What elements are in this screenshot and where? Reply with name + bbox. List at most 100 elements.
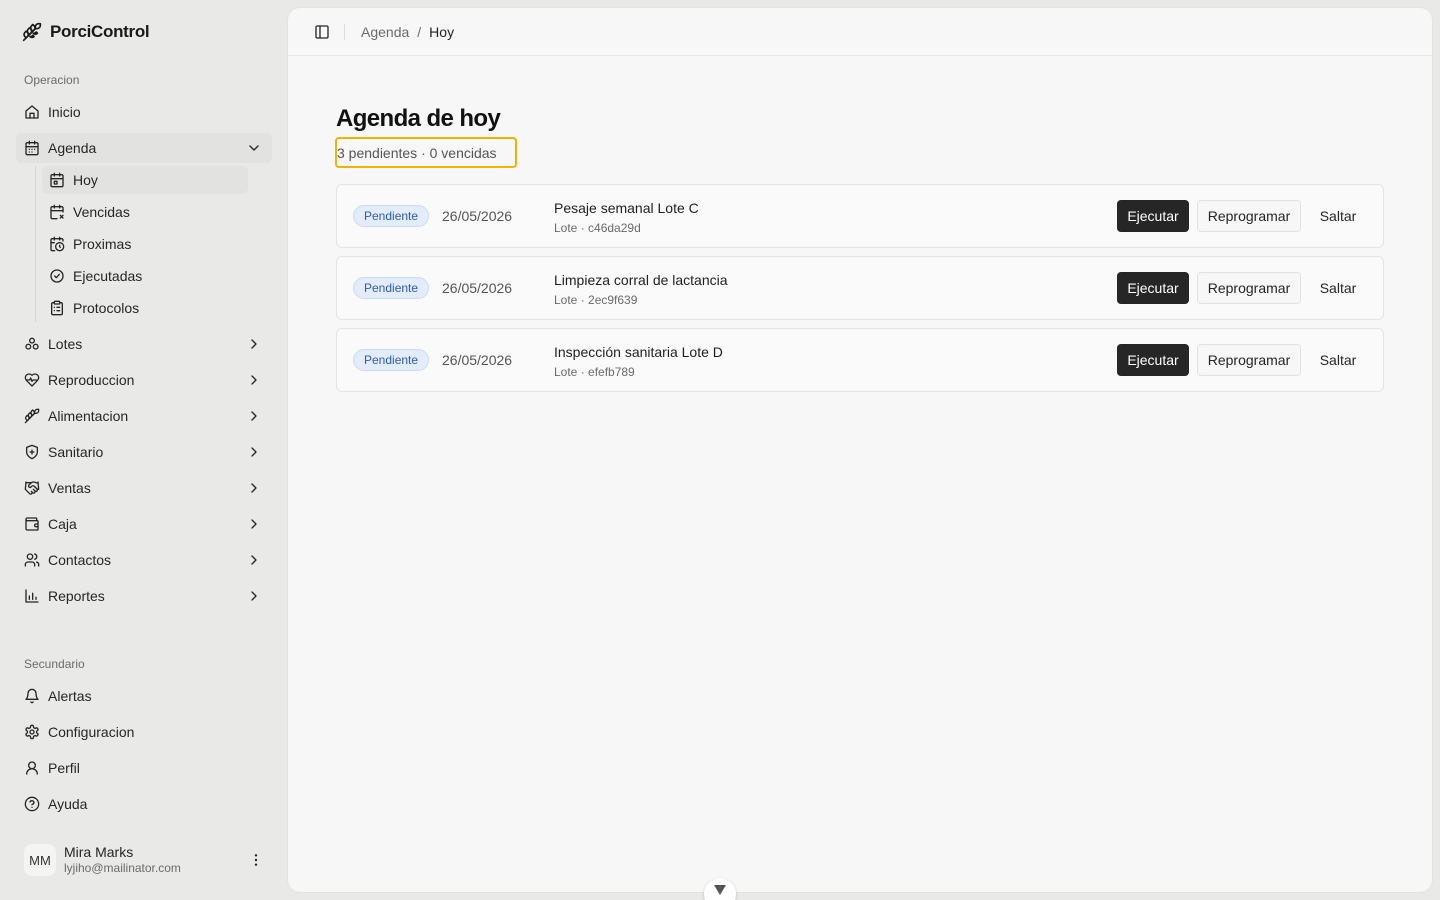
sidebar-item-label: Contactos: [48, 552, 112, 568]
sidebar-subitem-label: Hoy: [73, 172, 98, 188]
avatar: MM: [24, 844, 56, 876]
sidebar-subitem-hoy[interactable]: Hoy: [42, 166, 248, 194]
breadcrumb-agenda[interactable]: Agenda: [361, 24, 409, 40]
sidebar-item-label: Reportes: [48, 588, 105, 604]
calendar-clock-icon: [50, 236, 65, 252]
sidebar-subitem-ejecutadas[interactable]: Ejecutadas: [42, 262, 248, 290]
bar-chart-icon: [25, 589, 39, 603]
sidebar-item-label: Caja: [48, 516, 77, 532]
brand[interactable]: PorciControl: [22, 20, 150, 44]
shield-plus-icon: [26, 444, 38, 460]
chevron-down-icon[interactable]: [246, 140, 262, 156]
bell-icon: [25, 688, 39, 704]
breadcrumb: Agenda / Hoy: [361, 24, 454, 40]
sidebar-toggle-icon[interactable]: [314, 24, 330, 40]
clipboard-list-icon: [51, 300, 63, 316]
sidebar-item-inicio[interactable]: Inicio: [16, 97, 272, 127]
heart-pulse-icon: [24, 373, 40, 387]
sidebar-subitem-vencidas[interactable]: Vencidas: [42, 198, 248, 226]
sidebar-item-label: Reproduccion: [48, 372, 135, 388]
app-name: PorciControl: [50, 22, 150, 41]
skip-button[interactable]: Saltar: [1309, 200, 1367, 232]
calendar-icon: [25, 140, 39, 156]
task-row: Pendiente 26/05/2026 Inspección sanitari…: [336, 328, 1384, 392]
status-badge: Pendiente: [353, 349, 430, 371]
sidebar-item-reproduccion[interactable]: Reproduccion: [16, 365, 272, 395]
sidebar-item-ayuda[interactable]: Ayuda: [16, 789, 272, 819]
reschedule-button[interactable]: Reprogramar: [1197, 272, 1301, 304]
task-subtitle: Lote · c46da29d: [554, 221, 641, 235]
sidebar-item-caja[interactable]: Caja: [16, 509, 272, 539]
sidebar-item-label: Lotes: [48, 336, 83, 352]
chevron-right-icon[interactable]: [246, 408, 262, 424]
sidebar-item-label: Agenda: [48, 140, 97, 156]
sidebar-item-label: Alertas: [48, 688, 92, 704]
task-row: Pendiente 26/05/2026 Pesaje semanal Lote…: [336, 184, 1384, 248]
pig-logo-icon: [22, 22, 42, 42]
task-subtitle: Lote · 2ec9f639: [554, 293, 638, 307]
users-icon: [24, 553, 40, 567]
handshake-icon: [24, 481, 40, 495]
more-vertical-icon[interactable]: [248, 852, 264, 868]
sidebar-item-lotes[interactable]: Lotes: [16, 329, 272, 359]
topbar: Agenda / Hoy: [288, 8, 1432, 56]
task-row: Pendiente 26/05/2026 Limpieza corral de …: [336, 256, 1384, 320]
execute-button[interactable]: Ejecutar: [1117, 272, 1189, 304]
task-summary: 3 pendientes · 0 vencidas: [335, 137, 517, 168]
sidebar-item-label: Sanitario: [48, 444, 104, 460]
sidebar-subitem-label: Protocolos: [73, 300, 140, 316]
sidebar-subitem-label: Ejecutadas: [73, 268, 143, 284]
skip-button[interactable]: Saltar: [1309, 272, 1367, 304]
sidebar-item-contactos[interactable]: Contactos: [16, 545, 272, 575]
calendar-x-icon: [50, 204, 64, 220]
reschedule-button[interactable]: Reprogramar: [1197, 200, 1301, 232]
sidebar-item-alimentacion[interactable]: Alimentacion: [16, 401, 272, 431]
breadcrumb-separator: /: [417, 23, 422, 40]
skip-button[interactable]: Saltar: [1309, 344, 1367, 376]
sidebar-item-configuracion[interactable]: Configuracion: [16, 717, 272, 747]
chevron-right-icon[interactable]: [246, 444, 262, 460]
help-circle-icon: [24, 796, 40, 812]
breadcrumb-current: Hoy: [429, 23, 455, 40]
sidebar-subitem-protocolos[interactable]: Protocolos: [42, 294, 248, 322]
chevron-right-icon[interactable]: [246, 336, 262, 352]
sidebar-item-perfil[interactable]: Perfil: [16, 753, 272, 783]
chevron-right-icon[interactable]: [246, 480, 262, 496]
sidebar-item-ventas[interactable]: Ventas: [16, 473, 272, 503]
sidebar-item-sanitario[interactable]: Sanitario: [16, 437, 272, 467]
reschedule-button[interactable]: Reprogramar: [1197, 344, 1301, 376]
submenu-guide-line: [35, 166, 36, 322]
check-circle-icon: [50, 269, 64, 283]
sidebar-item-agenda[interactable]: Agenda: [16, 133, 272, 163]
task-title: Pesaje semanal Lote C: [554, 200, 699, 216]
group-label-operacion: Operacion: [24, 73, 80, 87]
task-date: 26/05/2026: [442, 208, 513, 224]
topbar-divider: [344, 23, 345, 40]
sidebar: PorciControl Operacion Inicio Agenda Hoy…: [0, 0, 288, 900]
chevron-right-icon[interactable]: [246, 588, 262, 604]
calendar-day-icon: [50, 172, 64, 188]
execute-button[interactable]: Ejecutar: [1117, 200, 1189, 232]
sidebar-item-alertas[interactable]: Alertas: [16, 681, 272, 711]
chevron-right-icon[interactable]: [246, 372, 262, 388]
status-badge: Pendiente: [353, 205, 430, 227]
sidebar-item-label: Ventas: [48, 480, 91, 496]
sidebar-subitem-proximas[interactable]: Proximas: [42, 230, 248, 258]
task-subtitle: Lote · efefb789: [554, 365, 635, 379]
boxes-icon: [25, 337, 39, 350]
chevron-down-icon: [714, 885, 726, 895]
sidebar-item-label: Inicio: [48, 104, 81, 120]
gear-icon: [25, 724, 39, 740]
sidebar-subitem-label: Vencidas: [73, 204, 130, 220]
user-menu[interactable]: MM Mira Marks lyjiho@mailinator.com: [16, 838, 272, 882]
chevron-right-icon[interactable]: [246, 552, 262, 568]
user-email: lyjiho@mailinator.com: [64, 861, 181, 876]
home-icon: [25, 105, 39, 119]
page-title: Agenda de hoy: [336, 105, 501, 132]
status-badge: Pendiente: [353, 277, 430, 299]
task-title: Limpieza corral de lactancia: [554, 272, 728, 288]
user-name: Mira Marks: [64, 844, 134, 861]
sidebar-item-reportes[interactable]: Reportes: [16, 581, 272, 611]
execute-button[interactable]: Ejecutar: [1117, 344, 1189, 376]
chevron-right-icon[interactable]: [246, 516, 262, 532]
